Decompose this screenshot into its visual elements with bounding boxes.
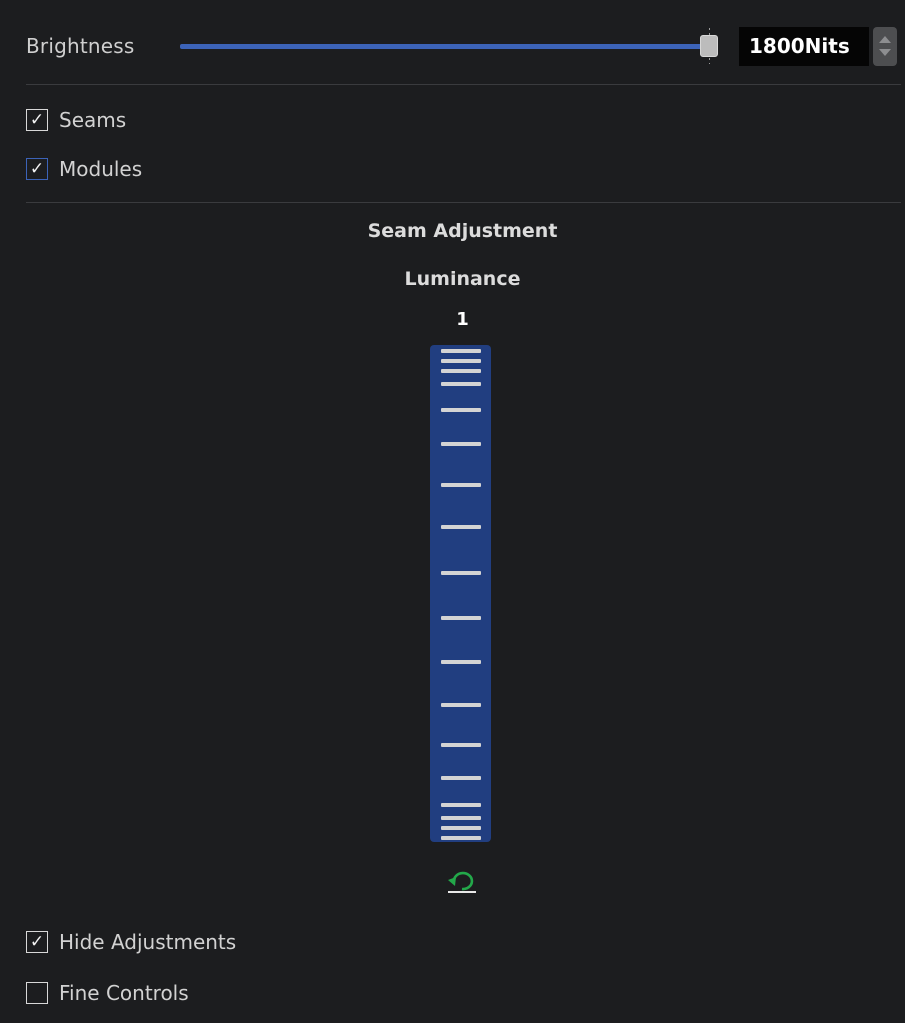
bar-tick [441, 660, 481, 664]
seam-adjustment-title: Seam Adjustment [367, 220, 558, 242]
check-icon: ✓ [29, 159, 45, 179]
divider [26, 84, 901, 85]
spin-up-icon[interactable] [879, 36, 891, 43]
hide-adjustments-checkbox[interactable]: ✓ [26, 931, 48, 953]
check-icon: ✓ [29, 110, 45, 130]
seams-checkbox-row[interactable]: ✓ Seams [26, 108, 126, 132]
brightness-slider-track[interactable] [180, 44, 710, 49]
fine-controls-checkbox[interactable] [26, 982, 48, 1004]
bar-tick [441, 369, 481, 373]
divider [26, 202, 901, 203]
brightness-spinner[interactable] [873, 27, 897, 66]
brightness-value-input[interactable]: 1800Nits [739, 27, 869, 66]
spin-down-icon[interactable] [879, 49, 891, 56]
seams-label: Seams [59, 108, 127, 132]
bar-tick [441, 816, 481, 820]
check-icon: ✓ [29, 932, 45, 952]
bar-tick [441, 408, 481, 412]
bar-tick [441, 703, 481, 707]
bar-tick [441, 616, 481, 620]
fine-controls-label: Fine Controls [59, 981, 189, 1005]
undo-arrow-icon[interactable] [445, 868, 479, 896]
modules-checkbox-row[interactable]: ✓ Modules [26, 157, 142, 181]
luminance-adjust-bar[interactable] [430, 345, 491, 842]
seam-adjustment-panel: Brightness 1800Nits ✓ Seams ✓ Modules Se… [0, 0, 905, 1023]
bar-tick [441, 836, 481, 840]
bar-tick [441, 571, 481, 575]
bar-tick [441, 382, 481, 386]
bar-tick [441, 359, 481, 363]
bar-tick [441, 776, 481, 780]
hide-adjustments-checkbox-row[interactable]: ✓ Hide Adjustments [26, 930, 236, 954]
luminance-label: Luminance [404, 268, 521, 290]
modules-label: Modules [59, 157, 143, 181]
seams-checkbox[interactable]: ✓ [26, 109, 48, 131]
bar-tick [441, 803, 481, 807]
modules-checkbox[interactable]: ✓ [26, 158, 48, 180]
brightness-label: Brightness [26, 34, 135, 58]
bar-tick [441, 483, 481, 487]
fine-controls-checkbox-row[interactable]: Fine Controls [26, 981, 189, 1005]
bar-tick [441, 525, 481, 529]
bar-tick [441, 349, 481, 353]
bar-tick [441, 442, 481, 446]
bar-tick [441, 826, 481, 830]
brightness-slider-thumb[interactable] [700, 35, 718, 57]
luminance-value: 1 [456, 309, 469, 330]
bar-tick [441, 743, 481, 747]
hide-adjustments-label: Hide Adjustments [59, 930, 237, 954]
